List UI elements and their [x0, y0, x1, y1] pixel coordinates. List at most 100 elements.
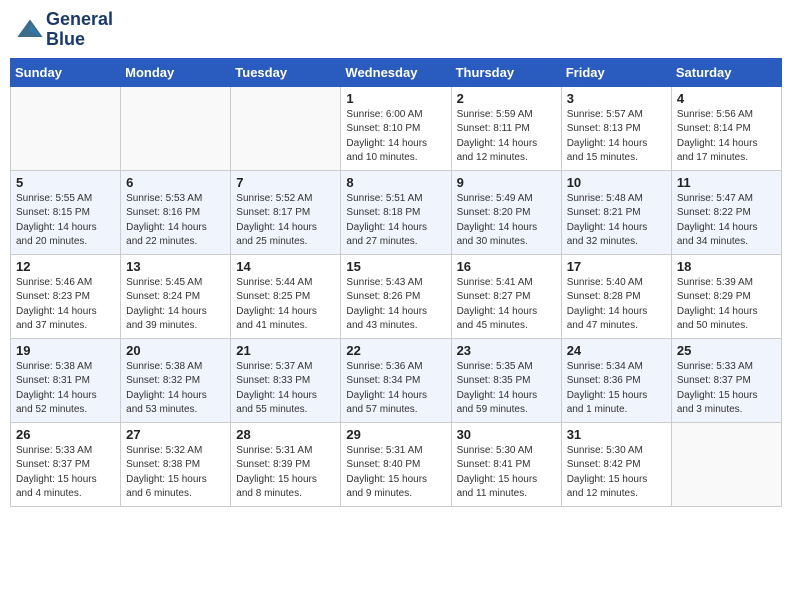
logo-text: General Blue — [46, 10, 113, 50]
calendar-cell: 10 Sunrise: 5:48 AM Sunset: 8:21 PM Dayli… — [561, 170, 671, 254]
weekday-header-row: SundayMondayTuesdayWednesdayThursdayFrid… — [11, 58, 782, 86]
day-number: 21 — [236, 343, 335, 358]
day-number: 1 — [346, 91, 445, 106]
day-info: Sunrise: 5:57 AM Sunset: 8:13 PM Dayligh… — [567, 108, 666, 166]
day-info: Sunrise: 5:34 AM Sunset: 8:36 PM Dayligh… — [567, 360, 666, 418]
day-number: 19 — [16, 343, 115, 358]
calendar-cell: 16 Sunrise: 5:41 AM Sunset: 8:27 PM Dayli… — [451, 254, 561, 338]
day-info: Sunrise: 5:47 AM Sunset: 8:22 PM Dayligh… — [677, 192, 776, 250]
day-number: 5 — [16, 175, 115, 190]
day-number: 7 — [236, 175, 335, 190]
logo: General Blue — [14, 10, 113, 50]
weekday-header-friday: Friday — [561, 58, 671, 86]
calendar-cell: 31 Sunrise: 5:30 AM Sunset: 8:42 PM Dayli… — [561, 422, 671, 506]
page-header: General Blue — [10, 10, 782, 50]
day-number: 11 — [677, 175, 776, 190]
day-info: Sunrise: 5:48 AM Sunset: 8:21 PM Dayligh… — [567, 192, 666, 250]
day-number: 13 — [126, 259, 225, 274]
calendar-cell: 1 Sunrise: 6:00 AM Sunset: 8:10 PM Daylig… — [341, 86, 451, 170]
day-number: 4 — [677, 91, 776, 106]
day-number: 2 — [457, 91, 556, 106]
calendar-cell — [671, 422, 781, 506]
day-number: 27 — [126, 427, 225, 442]
day-info: Sunrise: 5:31 AM Sunset: 8:39 PM Dayligh… — [236, 444, 335, 502]
day-number: 20 — [126, 343, 225, 358]
calendar-cell: 17 Sunrise: 5:40 AM Sunset: 8:28 PM Dayli… — [561, 254, 671, 338]
weekday-header-sunday: Sunday — [11, 58, 121, 86]
day-info: Sunrise: 6:00 AM Sunset: 8:10 PM Dayligh… — [346, 108, 445, 166]
weekday-header-saturday: Saturday — [671, 58, 781, 86]
calendar-cell: 14 Sunrise: 5:44 AM Sunset: 8:25 PM Dayli… — [231, 254, 341, 338]
weekday-header-tuesday: Tuesday — [231, 58, 341, 86]
week-row-5: 26 Sunrise: 5:33 AM Sunset: 8:37 PM Dayli… — [11, 422, 782, 506]
day-number: 9 — [457, 175, 556, 190]
calendar-table: SundayMondayTuesdayWednesdayThursdayFrid… — [10, 58, 782, 507]
calendar-cell: 19 Sunrise: 5:38 AM Sunset: 8:31 PM Dayli… — [11, 338, 121, 422]
calendar-cell: 11 Sunrise: 5:47 AM Sunset: 8:22 PM Dayli… — [671, 170, 781, 254]
week-row-1: 1 Sunrise: 6:00 AM Sunset: 8:10 PM Daylig… — [11, 86, 782, 170]
day-info: Sunrise: 5:40 AM Sunset: 8:28 PM Dayligh… — [567, 276, 666, 334]
day-number: 3 — [567, 91, 666, 106]
day-info: Sunrise: 5:56 AM Sunset: 8:14 PM Dayligh… — [677, 108, 776, 166]
day-info: Sunrise: 5:53 AM Sunset: 8:16 PM Dayligh… — [126, 192, 225, 250]
day-info: Sunrise: 5:30 AM Sunset: 8:42 PM Dayligh… — [567, 444, 666, 502]
day-number: 14 — [236, 259, 335, 274]
day-info: Sunrise: 5:31 AM Sunset: 8:40 PM Dayligh… — [346, 444, 445, 502]
calendar-cell: 12Sunrise: 5:46 AM Sunset: 8:23 PM Dayli… — [11, 254, 121, 338]
calendar-cell: 23 Sunrise: 5:35 AM Sunset: 8:35 PM Dayli… — [451, 338, 561, 422]
day-number: 28 — [236, 427, 335, 442]
day-number: 24 — [567, 343, 666, 358]
day-info: Sunrise: 5:35 AM Sunset: 8:35 PM Dayligh… — [457, 360, 556, 418]
calendar-cell: 20 Sunrise: 5:38 AM Sunset: 8:32 PM Dayli… — [121, 338, 231, 422]
calendar-cell: 2 Sunrise: 5:59 AM Sunset: 8:11 PM Daylig… — [451, 86, 561, 170]
calendar-cell — [121, 86, 231, 170]
calendar-cell: 4 Sunrise: 5:56 AM Sunset: 8:14 PM Daylig… — [671, 86, 781, 170]
day-number: 17 — [567, 259, 666, 274]
calendar-cell: 28 Sunrise: 5:31 AM Sunset: 8:39 PM Dayli… — [231, 422, 341, 506]
day-info: Sunrise: 5:38 AM Sunset: 8:32 PM Dayligh… — [126, 360, 225, 418]
day-info: Sunrise: 5:33 AM Sunset: 8:37 PM Dayligh… — [16, 444, 115, 502]
calendar-cell: 21 Sunrise: 5:37 AM Sunset: 8:33 PM Dayli… — [231, 338, 341, 422]
weekday-header-thursday: Thursday — [451, 58, 561, 86]
logo-icon — [16, 16, 44, 44]
week-row-4: 19 Sunrise: 5:38 AM Sunset: 8:31 PM Dayli… — [11, 338, 782, 422]
calendar-cell: 30 Sunrise: 5:30 AM Sunset: 8:41 PM Dayli… — [451, 422, 561, 506]
day-number: 29 — [346, 427, 445, 442]
calendar-cell: 22 Sunrise: 5:36 AM Sunset: 8:34 PM Dayli… — [341, 338, 451, 422]
calendar-cell: 6Sunrise: 5:53 AM Sunset: 8:16 PM Daylig… — [121, 170, 231, 254]
weekday-header-monday: Monday — [121, 58, 231, 86]
day-info: Sunrise: 5:49 AM Sunset: 8:20 PM Dayligh… — [457, 192, 556, 250]
calendar-cell — [231, 86, 341, 170]
day-info: Sunrise: 5:38 AM Sunset: 8:31 PM Dayligh… — [16, 360, 115, 418]
day-number: 31 — [567, 427, 666, 442]
calendar-cell: 5Sunrise: 5:55 AM Sunset: 8:15 PM Daylig… — [11, 170, 121, 254]
day-info: Sunrise: 5:36 AM Sunset: 8:34 PM Dayligh… — [346, 360, 445, 418]
week-row-2: 5Sunrise: 5:55 AM Sunset: 8:15 PM Daylig… — [11, 170, 782, 254]
day-info: Sunrise: 5:44 AM Sunset: 8:25 PM Dayligh… — [236, 276, 335, 334]
day-number: 26 — [16, 427, 115, 442]
calendar-cell: 24 Sunrise: 5:34 AM Sunset: 8:36 PM Dayli… — [561, 338, 671, 422]
calendar-cell: 27Sunrise: 5:32 AM Sunset: 8:38 PM Dayli… — [121, 422, 231, 506]
day-number: 8 — [346, 175, 445, 190]
calendar-cell: 29 Sunrise: 5:31 AM Sunset: 8:40 PM Dayli… — [341, 422, 451, 506]
day-number: 16 — [457, 259, 556, 274]
day-number: 15 — [346, 259, 445, 274]
day-info: Sunrise: 5:45 AM Sunset: 8:24 PM Dayligh… — [126, 276, 225, 334]
calendar-cell: 25Sunrise: 5:33 AM Sunset: 8:37 PM Dayli… — [671, 338, 781, 422]
day-number: 30 — [457, 427, 556, 442]
day-info: Sunrise: 5:41 AM Sunset: 8:27 PM Dayligh… — [457, 276, 556, 334]
day-number: 22 — [346, 343, 445, 358]
calendar-cell: 8 Sunrise: 5:51 AM Sunset: 8:18 PM Daylig… — [341, 170, 451, 254]
calendar-cell: 13 Sunrise: 5:45 AM Sunset: 8:24 PM Dayli… — [121, 254, 231, 338]
day-number: 23 — [457, 343, 556, 358]
day-info: Sunrise: 5:37 AM Sunset: 8:33 PM Dayligh… — [236, 360, 335, 418]
calendar-cell: 7 Sunrise: 5:52 AM Sunset: 8:17 PM Daylig… — [231, 170, 341, 254]
day-info: Sunrise: 5:30 AM Sunset: 8:41 PM Dayligh… — [457, 444, 556, 502]
day-info: Sunrise: 5:51 AM Sunset: 8:18 PM Dayligh… — [346, 192, 445, 250]
day-number: 25 — [677, 343, 776, 358]
day-info: Sunrise: 5:52 AM Sunset: 8:17 PM Dayligh… — [236, 192, 335, 250]
day-info: Sunrise: 5:46 AM Sunset: 8:23 PM Dayligh… — [16, 276, 115, 334]
day-info: Sunrise: 5:43 AM Sunset: 8:26 PM Dayligh… — [346, 276, 445, 334]
day-number: 10 — [567, 175, 666, 190]
day-info: Sunrise: 5:59 AM Sunset: 8:11 PM Dayligh… — [457, 108, 556, 166]
